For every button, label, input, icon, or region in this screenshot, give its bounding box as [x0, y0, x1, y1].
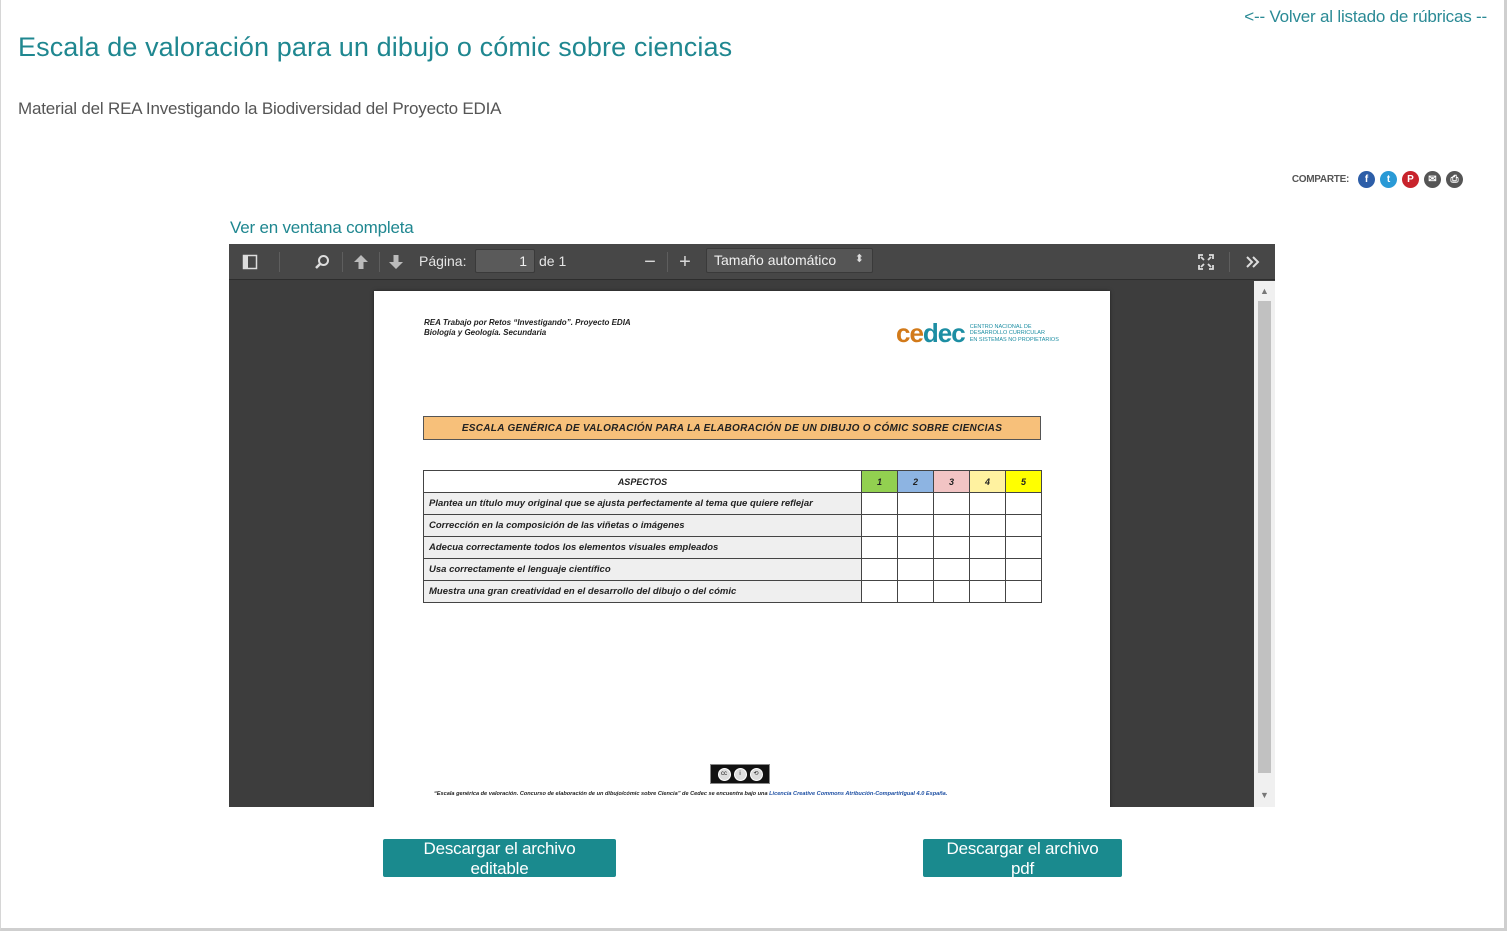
logo-ce: ce — [896, 318, 924, 348]
score-cell — [897, 558, 934, 581]
document-header-line: Biología y Geología. Secundaria — [424, 328, 547, 337]
aspect-cell: Adecua correctamente todos los elementos… — [423, 536, 862, 559]
zoom-select[interactable]: Tamaño automático ⬍ — [706, 248, 873, 273]
pdf-toolbar: Página: 1 de 1 − + Tamaño automático ⬍ — [229, 244, 1275, 280]
license-footnote: “Escala genérica de valoración. Concurso… — [434, 791, 947, 797]
aspect-cell: Usa correctamente el lenguaje científico — [423, 558, 862, 581]
fullscreen-link[interactable]: Ver en ventana completa — [230, 218, 414, 238]
pdf-page: REA Trabajo por Retos “Investigando”. Pr… — [374, 291, 1110, 807]
score-cell — [933, 558, 970, 581]
document-header: REA Trabajo por Retos “Investigando”. Pr… — [424, 318, 631, 338]
score-cell — [933, 536, 970, 559]
scroll-up-icon[interactable]: ▲ — [1254, 283, 1275, 299]
score-cell — [861, 536, 898, 559]
score-header: 3 — [933, 470, 970, 493]
document-banner: ESCALA GENÉRICA DE VALORACIÓN PARA LA EL… — [423, 416, 1041, 440]
score-cell — [897, 580, 934, 603]
aspects-header: ASPECTOS — [423, 470, 862, 493]
twitter-icon[interactable]: t — [1380, 171, 1397, 188]
score-cell — [1005, 514, 1042, 537]
presentation-mode-icon[interactable] — [1194, 250, 1218, 274]
creative-commons-badge-icon: cc i ⟲ — [710, 764, 770, 784]
score-cell — [861, 492, 898, 515]
mail-icon[interactable]: ✉ — [1424, 171, 1441, 188]
table-row: Usa correctamente el lenguaje científico — [423, 558, 1042, 581]
score-cell — [969, 492, 1006, 515]
logo-tagline-line: CENTRO NACIONAL DE — [969, 323, 1032, 330]
page-total: de 1 — [539, 253, 567, 269]
rubric-table: ASPECTOS 1 2 3 4 5 Plantea un título muy… — [423, 470, 1042, 603]
score-cell — [969, 558, 1006, 581]
table-row: Muestra una gran creatividad en el desar… — [423, 580, 1042, 603]
table-header-row: ASPECTOS 1 2 3 4 5 — [423, 470, 1042, 493]
table-row: Plantea un título muy original que se aj… — [423, 492, 1042, 515]
score-header: 4 — [969, 470, 1006, 493]
toolbar-separator — [279, 252, 280, 272]
cedec-logo: cedec CENTRO NACIONAL DE DESARROLLO CURR… — [896, 318, 1059, 349]
score-cell — [969, 580, 1006, 603]
pdf-viewer: Página: 1 de 1 − + Tamaño automático ⬍ R… — [229, 244, 1275, 807]
logo-dec: dec — [922, 318, 966, 348]
toolbar-separator — [379, 252, 380, 272]
score-cell — [969, 514, 1006, 537]
logo-tagline: CENTRO NACIONAL DE DESARROLLO CURRICULAR… — [970, 324, 1059, 344]
score-cell — [933, 580, 970, 603]
share-bar: COMPARTE: f t P ✉ ⎙ — [1292, 171, 1463, 188]
score-cell — [1005, 580, 1042, 603]
share-label: COMPARTE: — [1291, 174, 1349, 185]
score-cell — [969, 536, 1006, 559]
table-row: Adecua correctamente todos los elementos… — [423, 536, 1042, 559]
page-subtitle: Material del REA Investigando la Biodive… — [18, 99, 502, 118]
document-header-line: REA Trabajo por Retos “Investigando”. Pr… — [424, 318, 631, 327]
tools-menu-icon[interactable] — [1241, 250, 1265, 274]
logo-tagline-line: DESARROLLO CURRICULAR — [969, 330, 1045, 337]
score-header: 1 — [861, 470, 898, 493]
score-cell — [933, 514, 970, 537]
back-to-rubrics-link[interactable]: <-- Volver al listado de rúbricas -- — [1244, 7, 1487, 27]
next-page-icon[interactable] — [384, 250, 408, 274]
score-cell — [897, 536, 934, 559]
page-label: Página: — [419, 253, 467, 269]
toolbar-separator — [342, 252, 343, 272]
aspect-cell: Plantea un título muy original que se aj… — [423, 492, 862, 515]
toolbar-separator — [1229, 252, 1230, 272]
search-icon[interactable] — [310, 250, 334, 274]
toolbar-separator — [667, 252, 668, 272]
score-cell — [1005, 492, 1042, 515]
license-link[interactable]: Licencia Creative Commons Atribución-Com… — [769, 791, 947, 797]
score-cell — [861, 514, 898, 537]
score-cell — [861, 580, 898, 603]
score-cell — [861, 558, 898, 581]
score-cell — [897, 492, 934, 515]
download-editable-button[interactable]: Descargar el archivo editable — [383, 839, 616, 878]
pinterest-icon[interactable]: P — [1402, 171, 1419, 188]
score-cell — [1005, 558, 1042, 581]
score-header: 2 — [897, 470, 934, 493]
score-cell — [1005, 536, 1042, 559]
scroll-down-icon[interactable]: ▼ — [1254, 787, 1275, 803]
download-pdf-button[interactable]: Descargar el archivo pdf — [923, 839, 1122, 878]
zoom-select-value: Tamaño automático — [714, 252, 837, 268]
print-icon[interactable]: ⎙ — [1446, 171, 1463, 188]
scrollbar-thumb[interactable] — [1258, 301, 1271, 773]
logo-tagline-line: EN SISTEMAS NO PROPIETARIOS — [969, 336, 1059, 343]
viewer-scrollbar[interactable]: ▲ ▼ — [1254, 281, 1275, 807]
score-header: 5 — [1005, 470, 1042, 493]
aspect-cell: Corrección en la composición de las viñe… — [423, 514, 862, 537]
previous-page-icon[interactable] — [349, 250, 373, 274]
page-title: Escala de valoración para un dibujo o có… — [18, 32, 733, 62]
zoom-out-icon[interactable]: − — [638, 250, 662, 274]
score-cell — [897, 514, 934, 537]
footnote-text: “Escala genérica de valoración. Concurso… — [434, 791, 770, 797]
sidebar-toggle-icon[interactable] — [238, 250, 262, 274]
score-cell — [933, 492, 970, 515]
select-caret-icon: ⬍ — [854, 253, 864, 265]
aspect-cell: Muestra una gran creatividad en el desar… — [423, 580, 862, 603]
facebook-icon[interactable]: f — [1358, 171, 1375, 188]
page-number-input[interactable]: 1 — [475, 249, 535, 273]
logo-wordmark: cedec — [896, 318, 966, 349]
zoom-in-icon[interactable]: + — [673, 250, 697, 274]
table-row: Corrección en la composición de las viñe… — [423, 514, 1042, 537]
